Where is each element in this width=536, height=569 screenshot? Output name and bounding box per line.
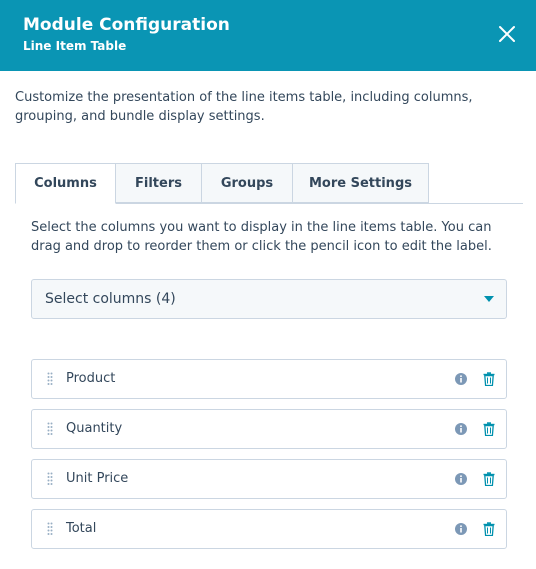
select-columns-dropdown[interactable]: Select columns (4) <box>31 279 507 319</box>
drag-handle-icon[interactable] <box>47 472 53 486</box>
columns-instructions: Select the columns you want to display i… <box>31 220 492 254</box>
column-list: Product Quantity Unit Price Total <box>31 359 507 559</box>
caret-down-icon <box>484 296 494 302</box>
column-label: Product <box>66 371 116 386</box>
select-columns-label: Select columns (4) <box>45 291 176 307</box>
module-description: Customize the presentation of the line i… <box>15 90 473 124</box>
column-item-product[interactable]: Product <box>31 359 507 399</box>
tab-groups[interactable]: Groups <box>201 163 293 203</box>
modal-header: Module Configuration Line Item Table <box>0 0 536 71</box>
drag-handle-icon[interactable] <box>47 422 53 436</box>
column-label: Quantity <box>66 421 123 436</box>
column-item-total[interactable]: Total <box>31 509 507 549</box>
trash-icon[interactable] <box>483 522 495 536</box>
column-label: Unit Price <box>66 471 129 486</box>
tab-filters[interactable]: Filters <box>115 163 202 203</box>
tab-more-settings[interactable]: More Settings <box>292 163 429 203</box>
trash-icon[interactable] <box>483 372 495 386</box>
trash-icon[interactable] <box>483 472 495 486</box>
info-icon[interactable] <box>455 473 467 485</box>
info-icon[interactable] <box>455 373 467 385</box>
column-item-unit-price[interactable]: Unit Price <box>31 459 507 499</box>
tab-columns[interactable]: Columns <box>15 163 116 204</box>
column-item-quantity[interactable]: Quantity <box>31 409 507 449</box>
modal-subtitle: Line Item Table <box>23 39 127 53</box>
modal-title: Module Configuration <box>23 15 230 35</box>
close-icon[interactable] <box>498 25 516 43</box>
column-label: Total <box>66 521 97 536</box>
drag-handle-icon[interactable] <box>47 372 53 386</box>
info-icon[interactable] <box>455 423 467 435</box>
tab-bar: Columns Filters Groups More Settings <box>15 163 523 204</box>
info-icon[interactable] <box>455 523 467 535</box>
trash-icon[interactable] <box>483 422 495 436</box>
drag-handle-icon[interactable] <box>47 522 53 536</box>
